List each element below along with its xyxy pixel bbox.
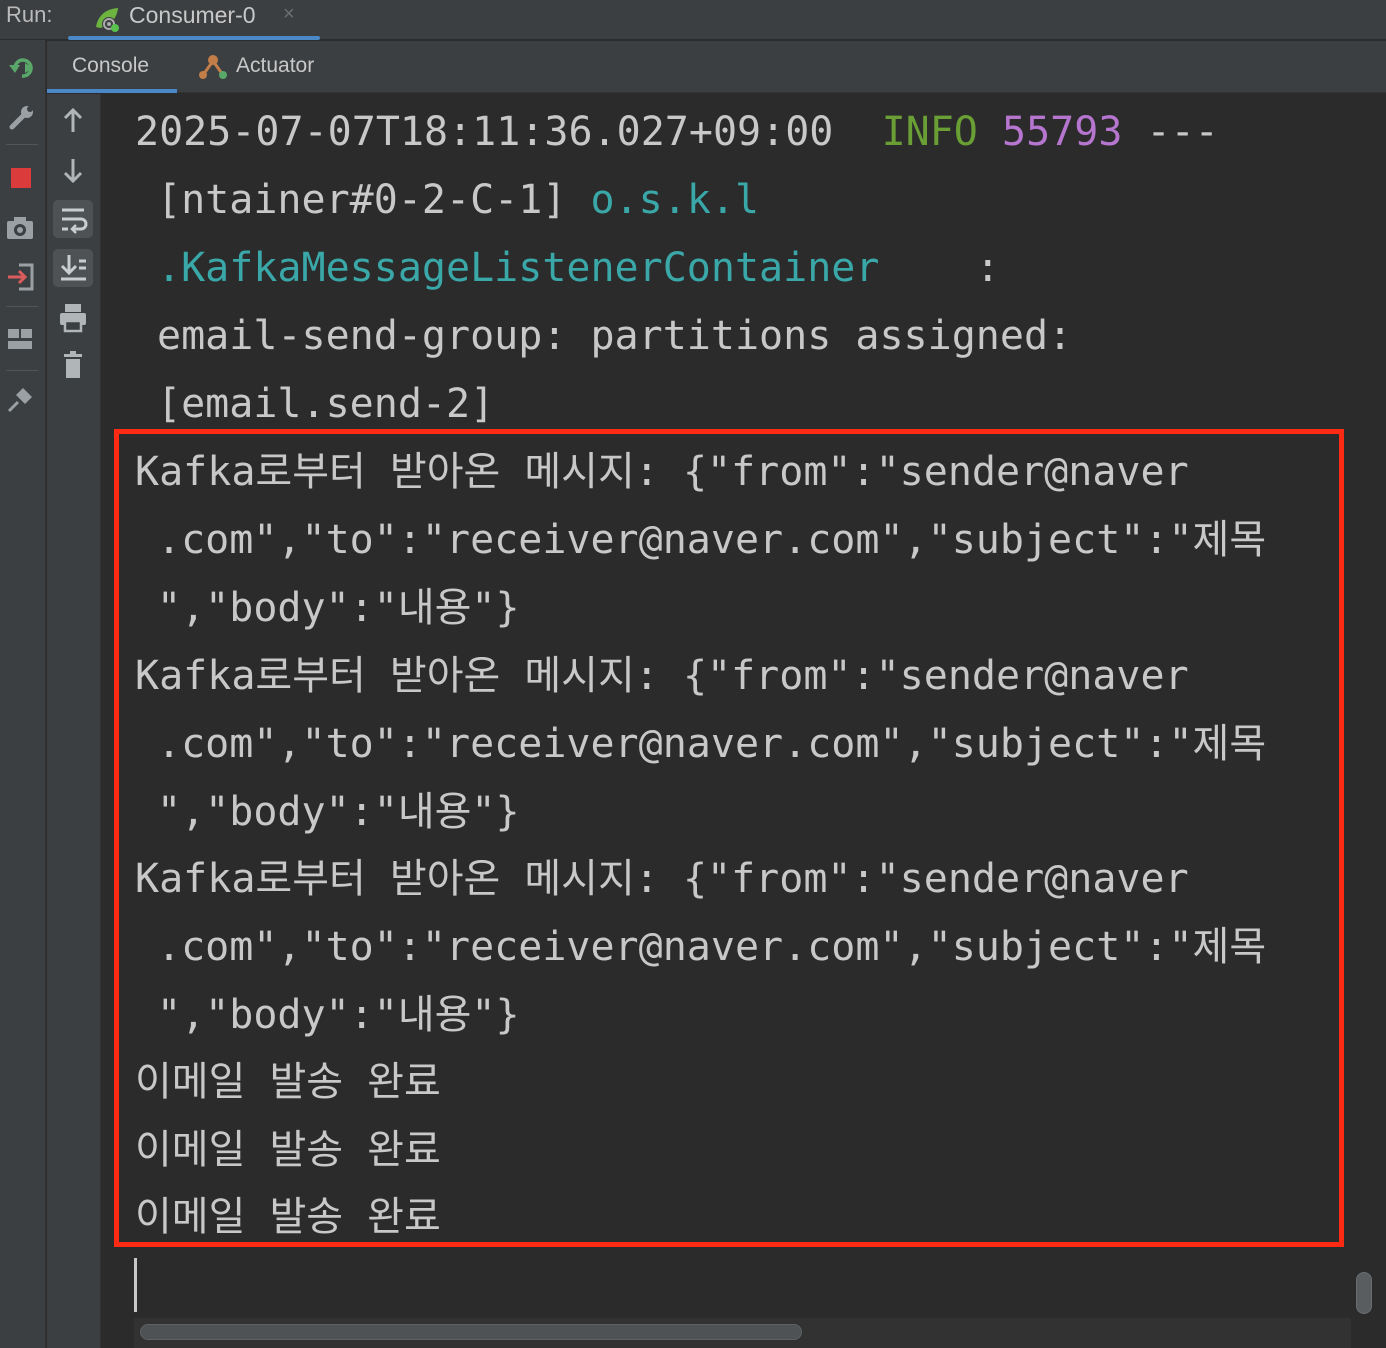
log-message-line: [email.send-2] — [157, 381, 495, 427]
log-separator: --- — [1146, 109, 1219, 155]
log-thread-line: [ntainer#0-2-C-1] o.s.k.l — [157, 170, 759, 230]
close-icon[interactable]: × — [283, 3, 295, 26]
wrench-icon[interactable] — [7, 102, 37, 132]
run-label: Run: — [6, 2, 53, 27]
log-logger-class: .KafkaMessageListenerContainer — [157, 245, 880, 291]
scroll-to-end-icon[interactable] — [53, 249, 93, 287]
log-level: INFO — [881, 109, 978, 155]
kafka-message-line: .com","to":"receiver@naver.com","subject… — [157, 924, 1267, 970]
console-output[interactable]: 2025-07-07T18:11:36.027+09:00 INFO 55793… — [101, 94, 1351, 1314]
log-thread: [ntainer#0-2-C-1] — [157, 177, 567, 223]
camera-icon[interactable] — [5, 213, 35, 243]
log-logger-package: o.s.k.l — [590, 177, 760, 223]
run-toolbar: Run: Consumer-0 × — [0, 0, 1386, 40]
email-sent-line: 이메일 발송 완료 — [135, 1059, 441, 1105]
actuator-icon — [199, 53, 229, 81]
text-caret — [134, 1258, 137, 1312]
kafka-message-line: ","body":"내용"} — [157, 585, 520, 631]
stop-icon[interactable] — [7, 164, 37, 194]
soft-wrap-icon[interactable] — [53, 200, 93, 238]
kafka-message-line: Kafka로부터 받아온 메시지: {"from":"sender@naver — [135, 449, 1189, 495]
kafka-message-line: .com","to":"receiver@naver.com","subject… — [157, 721, 1267, 767]
layout-icon[interactable] — [5, 324, 35, 354]
kafka-message-line: .com","to":"receiver@naver.com","subject… — [157, 517, 1267, 563]
run-tab-consumer[interactable]: Consumer-0 × — [68, 0, 320, 40]
console-tabs: Console Actuator — [47, 41, 1386, 93]
log-header-line: 2025-07-07T18:11:36.027+09:00 INFO 55793… — [135, 102, 1219, 162]
print-icon[interactable] — [53, 299, 93, 337]
down-arrow-icon[interactable] — [53, 151, 93, 189]
toolbar-separator — [6, 306, 38, 307]
pin-icon[interactable] — [5, 385, 35, 415]
vertical-scrollbar-track[interactable] — [1351, 94, 1386, 1348]
toolbar-separator — [6, 370, 38, 371]
email-sent-line: 이메일 발송 완료 — [135, 1194, 441, 1240]
tab-console-label: Console — [72, 54, 150, 77]
run-side-toolbar — [0, 40, 46, 1348]
toolbar-separator — [6, 144, 38, 145]
kafka-message-line: Kafka로부터 받아온 메시지: {"from":"sender@naver — [135, 856, 1189, 902]
console-toolbar — [47, 94, 101, 1348]
horizontal-scrollbar-thumb[interactable] — [140, 1324, 802, 1340]
email-sent-line: 이메일 발송 완료 — [135, 1127, 441, 1173]
kafka-message-line: ","body":"내용"} — [157, 992, 520, 1038]
spring-boot-icon — [92, 5, 124, 33]
trash-icon[interactable] — [53, 346, 93, 384]
log-colon: : — [975, 245, 1000, 291]
run-tab-title: Consumer-0 — [129, 2, 256, 28]
log-message-line: email-send-group: partitions assigned: — [157, 313, 1073, 359]
vertical-scrollbar-thumb[interactable] — [1356, 1272, 1372, 1314]
tab-actuator[interactable]: Actuator — [197, 41, 337, 93]
active-tab-indicator — [68, 36, 320, 40]
log-logger-line: .KafkaMessageListenerContainer : — [157, 238, 1000, 298]
sign-in-icon[interactable] — [5, 262, 35, 292]
active-tab-indicator — [47, 89, 177, 93]
tab-console[interactable]: Console — [47, 41, 177, 93]
rerun-icon[interactable] — [7, 53, 37, 83]
tab-actuator-label: Actuator — [236, 54, 315, 77]
log-timestamp: 2025-07-07T18:11:36.027+09:00 — [135, 109, 834, 155]
kafka-message-line: ","body":"내용"} — [157, 789, 520, 835]
up-arrow-icon[interactable] — [53, 102, 93, 140]
log-pid: 55793 — [1001, 109, 1123, 155]
kafka-message-line: Kafka로부터 받아온 메시지: {"from":"sender@naver — [135, 653, 1189, 699]
